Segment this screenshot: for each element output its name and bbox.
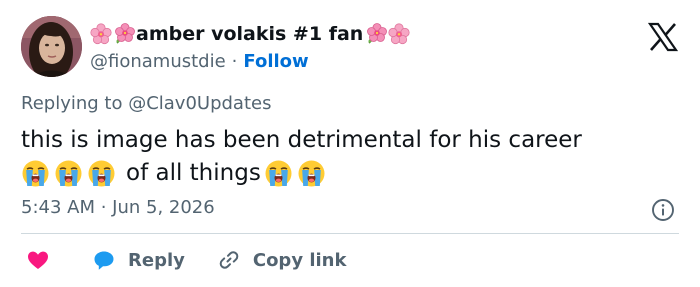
link-icon — [217, 248, 241, 272]
divider — [21, 233, 679, 234]
loudly-crying-face-emoji — [264, 159, 293, 188]
x-logo-icon[interactable] — [648, 22, 678, 52]
handle-row: @fionamustdie · Follow — [90, 49, 309, 73]
tweet-timestamp[interactable]: 5:43 AM · Jun 5, 2026 — [21, 197, 215, 218]
info-icon[interactable] — [651, 198, 675, 222]
reply-label: Reply — [128, 249, 185, 271]
tweet-text: this is image has been detrimental for h… — [21, 124, 681, 190]
cherry-blossom-emoji — [365, 23, 388, 45]
replying-to[interactable]: Replying to @Clav0Updates — [21, 93, 271, 114]
copy-link-label: Copy link — [252, 249, 347, 271]
cherry-blossom-emoji — [113, 23, 135, 45]
separator-dot: · — [231, 50, 238, 72]
speech-bubble-icon — [92, 248, 116, 272]
avatar[interactable] — [21, 16, 82, 77]
reply-button[interactable]: Reply — [92, 248, 185, 272]
cherry-blossom-emoji — [388, 23, 410, 45]
cherry-blossom-emoji — [90, 23, 112, 45]
loudly-crying-face-emoji — [54, 159, 83, 188]
loudly-crying-face-emoji — [21, 159, 50, 188]
user-handle[interactable]: @fionamustdie — [90, 51, 226, 72]
tweet-text-line-2: of all things — [126, 160, 261, 186]
loudly-crying-face-emoji — [297, 159, 326, 188]
loudly-crying-face-emoji — [87, 159, 116, 188]
display-name[interactable]: amber volakis #1 fan — [136, 23, 363, 45]
follow-button[interactable]: Follow — [243, 51, 308, 72]
copy-link-button[interactable]: Copy link — [217, 248, 347, 272]
display-name-row[interactable]: amber volakis #1 fan — [90, 21, 411, 47]
action-bar: Reply Copy link — [26, 246, 346, 274]
like-button[interactable] — [26, 248, 50, 272]
heart-icon — [28, 251, 48, 269]
tweet-card: amber volakis #1 fan @fionamustdie · Fol… — [0, 0, 700, 287]
tweet-text-line-1: this is image has been detrimental for h… — [21, 127, 582, 153]
